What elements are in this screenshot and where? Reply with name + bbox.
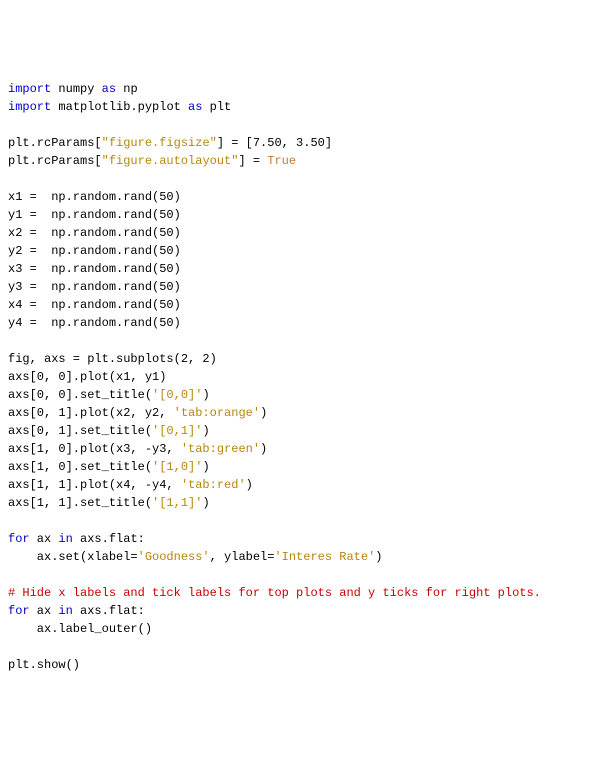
keyword-import: import <box>8 100 51 114</box>
code-line-13: x4 = np.random.rand(50) <box>8 296 586 314</box>
code-text: ax.label_outer() <box>8 622 152 636</box>
code-line-20: axs[0, 1].set_title('[0,1]') <box>8 422 586 440</box>
code-text: ax <box>30 604 59 618</box>
code-text: fig, axs = plt.subplots(2, 2) <box>8 352 217 366</box>
code-line-22: axs[1, 0].set_title('[1,0]') <box>8 458 586 476</box>
code-text: ) <box>202 424 209 438</box>
code-text: x3 = np.random.rand(50) <box>8 262 181 276</box>
code-text: ) <box>202 496 209 510</box>
code-text: ) <box>260 406 267 420</box>
code-text: y3 = np.random.rand(50) <box>8 280 181 294</box>
code-text: x1 = np.random.rand(50) <box>8 190 181 204</box>
code-line-33: plt.show() <box>8 656 586 674</box>
code-line-21: axs[1, 0].plot(x3, -y3, 'tab:green') <box>8 440 586 458</box>
blank-line <box>8 116 586 134</box>
code-text: axs[0, 1].set_title( <box>8 424 152 438</box>
code-line-27: ax.set(xlabel='Goodness', ylabel='Intere… <box>8 548 586 566</box>
code-text: axs[1, 0].plot(x3, -y3, <box>8 442 181 456</box>
string-literal: 'tab:green' <box>181 442 260 456</box>
code-text: ax <box>30 532 59 546</box>
string-literal: "figure.autolayout" <box>102 154 239 168</box>
string-literal: 'tab:red' <box>181 478 246 492</box>
code-line-5: plt.rcParams["figure.autolayout"] = True <box>8 152 586 170</box>
blank-line <box>8 170 586 188</box>
code-line-17: axs[0, 0].plot(x1, y1) <box>8 368 586 386</box>
code-line-8: y1 = np.random.rand(50) <box>8 206 586 224</box>
code-line-11: x3 = np.random.rand(50) <box>8 260 586 278</box>
code-line-2: import matplotlib.pyplot as plt <box>8 98 586 116</box>
code-text: axs[1, 1].plot(x4, -y4, <box>8 478 181 492</box>
string-literal: '[0,0]' <box>152 388 202 402</box>
keyword-true: True <box>267 154 296 168</box>
code-text: ax.set(xlabel= <box>8 550 138 564</box>
code-line-7: x1 = np.random.rand(50) <box>8 188 586 206</box>
code-line-12: y3 = np.random.rand(50) <box>8 278 586 296</box>
keyword-as: as <box>188 100 202 114</box>
code-text: ] = <box>238 154 267 168</box>
code-text: matplotlib.pyplot <box>51 100 188 114</box>
string-literal: '[0,1]' <box>152 424 202 438</box>
code-line-29: # Hide x labels and tick labels for top … <box>8 584 586 602</box>
keyword-for: for <box>8 604 30 618</box>
keyword-import: import <box>8 82 51 96</box>
string-literal: 'Interes Rate' <box>274 550 375 564</box>
code-line-14: y4 = np.random.rand(50) <box>8 314 586 332</box>
string-literal: 'tab:orange' <box>174 406 260 420</box>
code-text: ] = [7.50, 3.50] <box>217 136 332 150</box>
code-text: y4 = np.random.rand(50) <box>8 316 181 330</box>
code-line-23: axs[1, 1].plot(x4, -y4, 'tab:red') <box>8 476 586 494</box>
code-text: , ylabel= <box>210 550 275 564</box>
blank-line <box>8 566 586 584</box>
code-text: axs.flat: <box>73 532 145 546</box>
code-text: x4 = np.random.rand(50) <box>8 298 181 312</box>
code-line-24: axs[1, 1].set_title('[1,1]') <box>8 494 586 512</box>
code-text: x2 = np.random.rand(50) <box>8 226 181 240</box>
code-text: ) <box>202 460 209 474</box>
code-text: axs[1, 1].set_title( <box>8 496 152 510</box>
blank-line <box>8 512 586 530</box>
blank-line <box>8 332 586 350</box>
code-text: axs.flat: <box>73 604 145 618</box>
code-line-16: fig, axs = plt.subplots(2, 2) <box>8 350 586 368</box>
code-text: axs[0, 1].plot(x2, y2, <box>8 406 174 420</box>
code-line-26: for ax in axs.flat: <box>8 530 586 548</box>
code-line-10: y2 = np.random.rand(50) <box>8 242 586 260</box>
string-literal: '[1,1]' <box>152 496 202 510</box>
code-text: ) <box>375 550 382 564</box>
keyword-as: as <box>102 82 116 96</box>
code-text: y1 = np.random.rand(50) <box>8 208 181 222</box>
code-text: plt <box>202 100 231 114</box>
code-text: axs[0, 0].set_title( <box>8 388 152 402</box>
string-literal: 'Goodness' <box>138 550 210 564</box>
comment: # Hide x labels and tick labels for top … <box>8 586 541 600</box>
string-literal: '[1,0]' <box>152 460 202 474</box>
code-text: plt.rcParams[ <box>8 154 102 168</box>
code-line-9: x2 = np.random.rand(50) <box>8 224 586 242</box>
code-line-31: ax.label_outer() <box>8 620 586 638</box>
keyword-in: in <box>58 604 72 618</box>
code-text: ) <box>260 442 267 456</box>
code-line-30: for ax in axs.flat: <box>8 602 586 620</box>
string-literal: "figure.figsize" <box>102 136 217 150</box>
code-text: ) <box>246 478 253 492</box>
code-line-1: import numpy as np <box>8 80 586 98</box>
code-line-19: axs[0, 1].plot(x2, y2, 'tab:orange') <box>8 404 586 422</box>
code-text: numpy <box>51 82 101 96</box>
code-text: axs[0, 0].plot(x1, y1) <box>8 370 166 384</box>
code-text: ) <box>202 388 209 402</box>
code-text: y2 = np.random.rand(50) <box>8 244 181 258</box>
keyword-for: for <box>8 532 30 546</box>
blank-line <box>8 638 586 656</box>
code-text: axs[1, 0].set_title( <box>8 460 152 474</box>
code-text: np <box>116 82 138 96</box>
keyword-in: in <box>58 532 72 546</box>
code-text: plt.rcParams[ <box>8 136 102 150</box>
code-line-18: axs[0, 0].set_title('[0,0]') <box>8 386 586 404</box>
code-text: plt.show() <box>8 658 80 672</box>
code-line-4: plt.rcParams["figure.figsize"] = [7.50, … <box>8 134 586 152</box>
